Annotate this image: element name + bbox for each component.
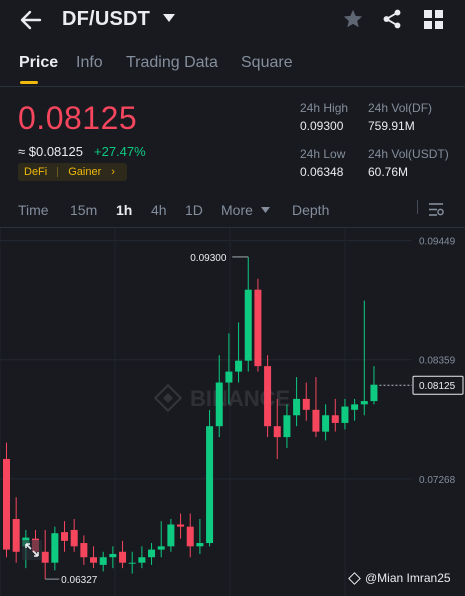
price-change-percent: +27.47% xyxy=(94,144,146,159)
badge-separator xyxy=(57,167,59,177)
chevron-right-icon: › xyxy=(111,166,115,178)
stat-vol-df-label: 24h Vol(DF) xyxy=(368,101,433,115)
stat-low-label: 24h Low xyxy=(300,147,346,161)
candle-body xyxy=(186,526,194,547)
header: DF/USDT xyxy=(0,0,465,40)
badge-gainer: Gainer xyxy=(68,166,102,178)
tf-15m[interactable]: 15m xyxy=(70,202,97,218)
candle-body xyxy=(206,426,214,544)
y-axis: 0.09449 0.08359 0.07268 xyxy=(419,237,456,486)
candle-body xyxy=(109,553,117,558)
chart-annotations: 0.09300 0.06327 0.08125 xyxy=(45,253,464,586)
candle-body xyxy=(138,557,146,563)
candle-body xyxy=(370,384,378,402)
candle-body xyxy=(225,371,233,383)
tf-1d[interactable]: 1D xyxy=(185,202,203,218)
stat-low-value: 0.06348 xyxy=(300,165,344,179)
tab-info[interactable]: Info xyxy=(76,54,103,72)
candle-body xyxy=(273,426,281,438)
stat-vol-usdt-value: 60.76M xyxy=(368,165,409,179)
candle-body xyxy=(157,546,165,550)
candle-body xyxy=(235,360,243,372)
candle-body xyxy=(70,529,78,547)
pair-title[interactable]: DF/USDT xyxy=(62,8,150,31)
candle-body xyxy=(177,524,185,527)
candle-body xyxy=(41,551,49,563)
candle-body xyxy=(148,549,156,558)
candle-body xyxy=(80,543,88,558)
stat-vol-usdt-label: 24h Vol(USDT) xyxy=(368,147,449,161)
stat-high-label: 24h High xyxy=(300,101,349,115)
candle-body xyxy=(351,404,359,410)
candle-body xyxy=(331,415,339,423)
candle-body xyxy=(3,458,10,550)
candle-body xyxy=(302,398,310,410)
grid-icon[interactable] xyxy=(424,10,443,29)
candle-body xyxy=(128,562,136,564)
expand-icon[interactable] xyxy=(22,540,42,560)
y-tick-label: 0.07268 xyxy=(419,475,456,486)
active-tab-indicator xyxy=(20,81,38,84)
candlestick-chart[interactable]: BINANCE 0.094490.083590.07268 0.093000.0… xyxy=(0,228,465,596)
badge-defi: DeFi xyxy=(24,166,48,178)
tf-1h[interactable]: 1h xyxy=(116,202,132,218)
candle-body xyxy=(312,409,320,432)
caret-down-icon xyxy=(260,207,270,213)
tf-4h[interactable]: 4h xyxy=(151,202,167,218)
candle-body xyxy=(12,519,20,552)
min-label: 0.06327 xyxy=(61,575,98,586)
tf-more[interactable]: More xyxy=(221,202,270,218)
max-label: 0.09300 xyxy=(190,253,227,264)
approx-usd-price: ≈ $0.08125 xyxy=(18,144,83,159)
divider xyxy=(0,86,465,87)
tab-price[interactable]: Price xyxy=(19,54,58,72)
page-tabs: Price Info Trading Data Square xyxy=(0,52,465,86)
current-price-label: 0.08125 xyxy=(419,381,456,392)
candle-body xyxy=(244,289,252,361)
candle-body xyxy=(341,406,349,423)
candle-body xyxy=(322,415,330,432)
tf-more-label: More xyxy=(221,202,253,218)
candle-body xyxy=(360,401,368,405)
back-arrow-icon[interactable] xyxy=(20,9,42,31)
candles xyxy=(3,256,378,580)
candle-body xyxy=(99,557,107,565)
tab-trading-data[interactable]: Trading Data xyxy=(126,54,218,72)
tag-badge[interactable]: DeFi Gainer › xyxy=(18,163,127,181)
candle-body xyxy=(90,557,98,563)
candle-body xyxy=(264,366,272,427)
diamond-icon xyxy=(348,571,361,585)
candle-body xyxy=(283,415,291,438)
star-icon[interactable] xyxy=(342,8,364,30)
tf-separator xyxy=(417,200,418,214)
y-tick-label: 0.08359 xyxy=(419,356,456,367)
candle-body xyxy=(51,533,59,563)
timeframe-bar: Time 15m 1h 4h 1D More Depth xyxy=(0,196,465,226)
candle-body xyxy=(61,532,69,541)
chart-settings-icon[interactable] xyxy=(428,202,444,217)
candle-body xyxy=(215,382,223,427)
stat-high-value: 0.09300 xyxy=(300,119,344,133)
candle-body xyxy=(254,289,262,367)
credit-watermark: @Mian Imran25 xyxy=(348,571,451,585)
watermark-text: BINANCE xyxy=(190,386,290,411)
candle-body xyxy=(119,551,127,563)
stat-vol-df-value: 759.91M xyxy=(368,119,415,133)
share-icon[interactable] xyxy=(381,8,403,30)
candle-body xyxy=(196,543,204,547)
y-tick-label: 0.09449 xyxy=(419,237,456,248)
credit-text: @Mian Imran25 xyxy=(365,571,451,585)
tab-square[interactable]: Square xyxy=(241,54,293,72)
candle-body xyxy=(167,524,175,547)
caret-down-icon[interactable] xyxy=(163,14,175,23)
tf-depth[interactable]: Depth xyxy=(292,202,329,218)
last-price: 0.08125 xyxy=(18,100,138,136)
candle-body xyxy=(293,398,301,416)
tf-time[interactable]: Time xyxy=(18,202,49,218)
